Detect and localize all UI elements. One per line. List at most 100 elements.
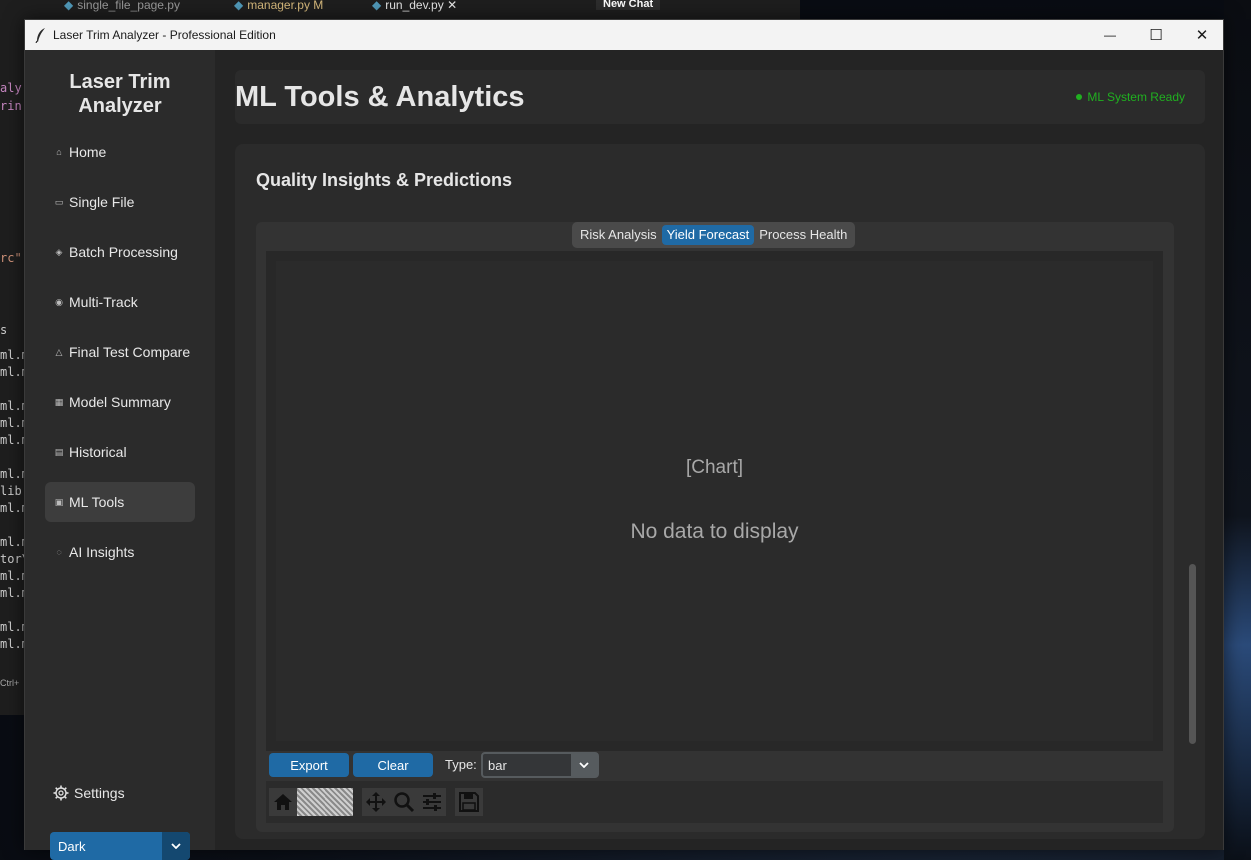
code-line: s xyxy=(0,323,8,337)
theme-select[interactable]: Dark xyxy=(50,832,190,860)
sidebar-item-model-summary[interactable]: ▦ Model Summary xyxy=(45,382,195,422)
code-line: ml.m xyxy=(0,569,24,583)
maximize-button[interactable]: ☐ xyxy=(1133,20,1179,50)
sidebar-item-label: Model Summary xyxy=(69,394,171,410)
package-icon: ◈ xyxy=(55,246,63,257)
minimize-button[interactable]: — xyxy=(1087,20,1133,50)
forward-icon[interactable] xyxy=(325,788,353,816)
gear-icon xyxy=(53,785,69,801)
code-line: ml.m xyxy=(0,467,24,481)
app-title-line-1: Laser Trim xyxy=(69,71,171,93)
code-line: ml.m xyxy=(0,535,24,549)
bg-tab-run-dev[interactable]: ◆ run_dev.py ✕ xyxy=(364,0,466,19)
document-icon: ▭ xyxy=(54,196,64,207)
sidebar-item-label: AI Insights xyxy=(69,544,135,560)
sidebar-item-historical[interactable]: ▤ Historical xyxy=(45,432,195,472)
scale-icon: △ xyxy=(55,346,63,357)
scroll-icon: ▤ xyxy=(54,446,64,457)
pan-icon[interactable] xyxy=(362,788,390,816)
background-editor-tabbar: ◆ single_file_page.py ◆ manager.py M ◆ run_… xyxy=(0,0,800,19)
theme-select-value: Dark xyxy=(58,839,86,854)
sidebar-item-multi-track[interactable]: ◉ Multi-Track xyxy=(45,282,195,322)
page-title: ML Tools & Analytics xyxy=(235,81,525,113)
target-icon: ◉ xyxy=(55,296,63,307)
sidebar-item-home[interactable]: ⌂ Home xyxy=(45,132,195,172)
maximize-icon: ☐ xyxy=(1149,27,1163,44)
robot-icon: ▣ xyxy=(54,496,64,507)
export-button[interactable]: Export xyxy=(269,753,349,777)
sidebar-item-label: Home xyxy=(69,144,107,160)
lightbulb-icon: ◌ xyxy=(56,547,62,557)
code-line: lib xyxy=(0,484,22,498)
type-label: Type: xyxy=(445,757,477,772)
configure-subplots-icon[interactable] xyxy=(418,788,446,816)
chart-container: [Chart] No data to display xyxy=(266,251,1163,751)
sidebar-item-final-test-compare[interactable]: △ Final Test Compare xyxy=(45,332,195,372)
code-line: ml.m xyxy=(0,348,24,362)
save-icon[interactable] xyxy=(455,788,483,816)
window-title: Laser Trim Analyzer - Professional Editi… xyxy=(53,28,276,42)
plot-toolbar xyxy=(266,781,1163,823)
bg-tab-new-chat[interactable]: New Chat xyxy=(596,0,661,10)
background-editor-code: aly rin rc" s ml.m ml.m ml.m ml.m ml.m m… xyxy=(0,19,24,715)
tab-risk-analysis[interactable]: Risk Analysis xyxy=(575,225,662,245)
tabview: Risk Analysis Yield Forecast Process Hea… xyxy=(256,222,1174,832)
home-view-icon[interactable] xyxy=(269,788,297,816)
close-button[interactable]: ✕ xyxy=(1179,20,1225,50)
close-icon: ✕ xyxy=(1195,27,1209,44)
chart-placeholder: [Chart] xyxy=(685,457,744,478)
sidebar-item-batch-processing[interactable]: ◈ Batch Processing xyxy=(45,232,195,272)
sidebar-item-label: Batch Processing xyxy=(69,244,178,260)
settings-label: Settings xyxy=(74,785,125,801)
chevron-down-icon[interactable] xyxy=(571,754,597,776)
main-content: ML Tools & Analytics ML System Ready Qua… xyxy=(215,50,1223,850)
code-line: ml.m xyxy=(0,399,24,413)
panel-scrollbar[interactable] xyxy=(1189,564,1196,744)
tab-process-health[interactable]: Process Health xyxy=(754,225,852,245)
status-text: ML System Ready xyxy=(1087,90,1185,104)
code-line: ml.m xyxy=(0,637,24,651)
sidebar-item-label: ML Tools xyxy=(69,494,125,510)
clear-button[interactable]: Clear xyxy=(353,753,433,777)
chart-icon: ▦ xyxy=(54,396,64,407)
chart-canvas[interactable]: [Chart] No data to display xyxy=(276,261,1153,741)
chevron-down-icon[interactable] xyxy=(162,832,190,860)
code-line: ml.m xyxy=(0,501,24,515)
insights-panel: Quality Insights & Predictions Risk Anal… xyxy=(235,144,1205,839)
code-line: ml.m xyxy=(0,620,24,634)
code-line: ml.m xyxy=(0,586,24,600)
zoom-icon[interactable] xyxy=(390,788,418,816)
sidebar-item-single-file[interactable]: ▭ Single File xyxy=(45,182,195,222)
panel-title: Quality Insights & Predictions xyxy=(256,170,513,190)
status-indicator: ML System Ready xyxy=(1076,90,1185,104)
code-hint: Ctrl+ xyxy=(0,678,20,688)
sidebar-item-ai-insights[interactable]: ◌ AI Insights xyxy=(45,532,195,572)
code-line: rc" xyxy=(0,251,22,265)
sidebar-item-label: Historical xyxy=(69,444,127,460)
sidebar: Laser Trim Analyzer ⌂ Home ▭ Single File… xyxy=(25,50,215,860)
window-titlebar[interactable]: Laser Trim Analyzer - Professional Editi… xyxy=(25,20,1223,50)
code-line: rin xyxy=(0,99,22,113)
tab-yield-forecast[interactable]: Yield Forecast xyxy=(661,225,755,245)
app-title: Laser Trim Analyzer xyxy=(25,70,215,118)
minimize-icon: — xyxy=(1104,28,1116,42)
app-title-line-2: Analyzer xyxy=(78,95,162,117)
tab-selector: Risk Analysis Yield Forecast Process Hea… xyxy=(572,222,856,248)
chart-type-value: bar xyxy=(488,758,507,773)
code-line: ml.m xyxy=(0,433,24,447)
sidebar-item-label: Single File xyxy=(69,194,135,210)
sidebar-item-ml-tools[interactable]: ▣ ML Tools xyxy=(45,482,195,522)
sidebar-item-settings[interactable]: Settings xyxy=(53,785,125,801)
desktop-wallpaper xyxy=(1224,0,1251,860)
home-icon: ⌂ xyxy=(56,147,62,157)
app-window: Laser Trim Analyzer - Professional Editi… xyxy=(24,19,1224,860)
bg-tab-single-file-page[interactable]: ◆ single_file_page.py xyxy=(56,0,188,19)
page-header: ML Tools & Analytics ML System Ready xyxy=(235,70,1205,124)
code-line: ml.m xyxy=(0,416,24,430)
chart-type-select[interactable]: bar xyxy=(481,752,599,778)
app-feather-icon xyxy=(35,28,45,43)
sidebar-item-label: Final Test Compare xyxy=(69,344,191,360)
back-icon[interactable] xyxy=(297,788,325,816)
bg-tab-manager[interactable]: ◆ manager.py M xyxy=(226,0,331,19)
code-line: ml.m xyxy=(0,365,24,379)
